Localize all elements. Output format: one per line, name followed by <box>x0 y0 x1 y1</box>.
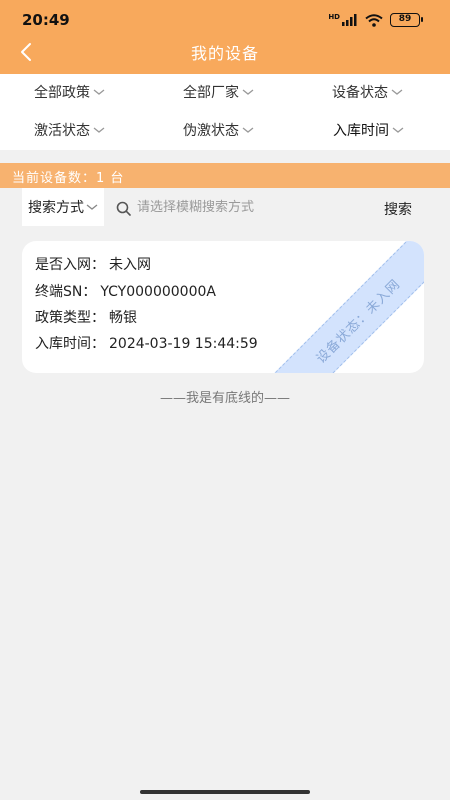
filter-panel: 全部政策 全部厂家 设备状态 激活状态 伪激状态 入库时间 <box>0 74 450 150</box>
chevron-down-icon <box>391 89 403 95</box>
status-icons: HD 89 <box>328 13 423 27</box>
network-label: 是否入网： <box>35 257 105 273</box>
filter-policy[interactable]: 全部政策 <box>34 82 105 102</box>
policy-label: 政策类型： <box>35 310 105 326</box>
search-icon <box>116 201 131 216</box>
chevron-down-icon <box>93 127 105 133</box>
chevron-down-icon <box>93 89 105 95</box>
filter-label: 激活状态 <box>34 123 90 139</box>
chevron-down-icon <box>242 127 254 133</box>
status-time: 20:49 <box>22 11 70 29</box>
search-row: 搜索方式 搜索 <box>0 188 450 226</box>
wifi-icon <box>365 13 383 27</box>
filter-label: 设备状态 <box>332 85 388 101</box>
page-title: 我的设备 <box>190 44 259 63</box>
device-count-text: 当前设备数：1 台 <box>12 171 125 186</box>
home-indicator[interactable] <box>140 790 310 794</box>
filter-label: 全部政策 <box>34 85 90 101</box>
policy-row: 政策类型： 畅银 <box>35 307 137 327</box>
chevron-down-icon <box>242 89 254 95</box>
sn-label: 终端SN： <box>35 284 97 300</box>
search-mode-dropdown[interactable]: 搜索方式 <box>22 188 104 226</box>
network-value: 未入网 <box>109 257 151 273</box>
battery-level: 89 <box>398 14 412 24</box>
device-count-bar: 当前设备数：1 台 <box>0 163 450 188</box>
filter-device-status[interactable]: 设备状态 <box>332 82 403 102</box>
policy-value: 畅银 <box>109 310 137 326</box>
sn-row: 终端SN： YCY000000000A <box>35 281 216 301</box>
filter-activation[interactable]: 激活状态 <box>34 120 105 140</box>
network-row: 是否入网： 未入网 <box>35 254 151 274</box>
filter-label: 入库时间 <box>333 123 389 139</box>
device-card[interactable]: 设备状态：未入网 是否入网： 未入网 终端SN： YCY000000000A 政策类… <box>22 241 424 373</box>
hd-label: HD <box>328 13 340 21</box>
stock-time-row: 入库时间： 2024-03-19 15:44:59 <box>35 333 258 353</box>
filter-manufacturer[interactable]: 全部厂家 <box>183 82 254 102</box>
stock-time-value: 2024-03-19 15:44:59 <box>109 336 258 352</box>
filter-label: 伪激状态 <box>183 123 239 139</box>
signal-icon <box>342 14 357 26</box>
list-end-footer: ——我是有底线的—— <box>159 391 290 406</box>
stock-time-label: 入库时间： <box>35 336 105 352</box>
search-button[interactable]: 搜索 <box>384 199 412 219</box>
status-bar: 20:49 HD 89 <box>0 0 450 38</box>
header-bar: 20:49 HD 89 我的设备 <box>0 0 450 74</box>
sn-value: YCY000000000A <box>100 284 216 300</box>
search-mode-label: 搜索方式 <box>28 200 84 216</box>
chevron-down-icon <box>86 204 98 210</box>
status-stamp: 设备状态：未入网 <box>260 241 424 373</box>
filter-label: 全部厂家 <box>183 85 239 101</box>
chevron-down-icon <box>392 127 404 133</box>
battery-icon: 89 <box>390 13 423 27</box>
filter-stock-time[interactable]: 入库时间 <box>333 120 404 140</box>
search-input[interactable] <box>137 197 357 217</box>
filter-fake-activation[interactable]: 伪激状态 <box>183 120 254 140</box>
